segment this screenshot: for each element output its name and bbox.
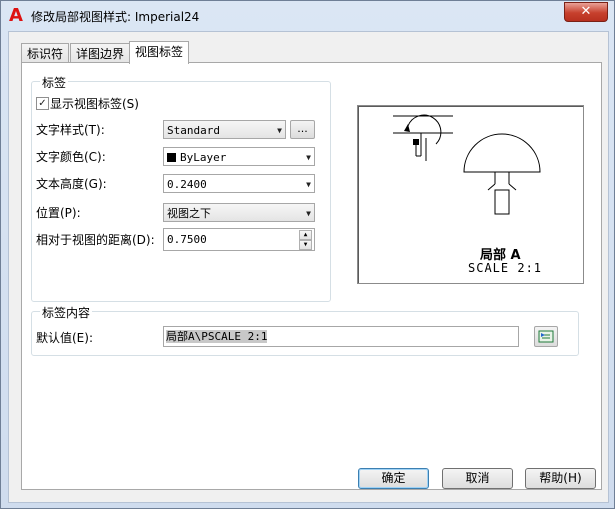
window-title: 修改局部视图样式: Imperial24: [31, 10, 200, 24]
show-label-text: 显示视图标签(S): [50, 97, 139, 111]
tab-view-label[interactable]: 视图标签: [129, 41, 190, 64]
position-label: 位置(P):: [36, 206, 81, 220]
text-height-value: 0.2400: [167, 178, 207, 191]
text-height-label: 文本高度(G):: [36, 177, 107, 191]
chevron-down-icon: ▼: [306, 209, 311, 218]
ok-button[interactable]: 确定: [358, 468, 429, 489]
chevron-down-icon: ▼: [277, 126, 282, 135]
preview-caption-scale: SCALE 2:1: [468, 261, 543, 275]
autocad-app-icon: A: [9, 5, 23, 26]
distance-spinner[interactable]: 0.7500 ▲ ▼: [163, 228, 315, 251]
spin-up-icon[interactable]: ▲: [299, 230, 312, 240]
chevron-down-icon: ▼: [306, 180, 311, 189]
text-style-label: 文字样式(T):: [36, 123, 105, 137]
distance-value: 0.7500: [167, 233, 207, 246]
help-button[interactable]: 帮助(H): [525, 468, 596, 489]
label-group-title: 标签: [40, 74, 69, 91]
preview-drawing: [393, 114, 541, 215]
default-value-input[interactable]: 局部A\PSCALE 2:1: [163, 326, 519, 347]
insert-field-icon: [538, 330, 554, 343]
text-style-select[interactable]: Standard ▼: [163, 120, 286, 139]
text-color-label: 文字颜色(C):: [36, 150, 106, 164]
distance-label: 相对于视图的距离(D):: [36, 233, 155, 247]
preview-pane: 局部 A SCALE 2:1: [357, 105, 584, 284]
cancel-button[interactable]: 取消: [442, 468, 513, 489]
label-content-group: 标签内容 默认值(E): 局部A\PSCALE 2:1: [31, 304, 579, 356]
color-swatch: [167, 153, 176, 162]
label-content-group-title: 标签内容: [40, 304, 93, 321]
default-value-label: 默认值(E):: [36, 331, 93, 345]
marker-icon: [413, 139, 419, 145]
dialog-client-area: 标识符 详图边界 视图标签 标签 ✓ 显示视图标签(S) 文字样式(T): St…: [8, 31, 609, 503]
insert-field-button[interactable]: [534, 326, 558, 347]
position-select[interactable]: 视图之下 ▼: [163, 203, 315, 222]
label-group: 标签 ✓ 显示视图标签(S) 文字样式(T): Standard ▼ ... 文…: [31, 74, 331, 302]
chevron-down-icon: ▼: [306, 153, 311, 162]
text-height-select[interactable]: 0.2400 ▼: [163, 174, 315, 193]
position-value: 视图之下: [167, 207, 211, 220]
show-label-checkbox[interactable]: ✓: [36, 97, 49, 110]
tab-identifier[interactable]: 标识符: [21, 43, 70, 64]
text-style-value: Standard: [167, 124, 220, 137]
tab-panel-view-label: 标签 ✓ 显示视图标签(S) 文字样式(T): Standard ▼ ... 文…: [21, 62, 602, 490]
default-value-bold: 局部: [166, 330, 188, 343]
tab-detail-boundary[interactable]: 详图边界: [70, 43, 131, 64]
dialog-window: A 修改局部视图样式: Imperial24 ✕ 标识符 详图边界 视图标签 标…: [0, 0, 615, 509]
text-color-select[interactable]: ByLayer ▼: [163, 147, 315, 166]
text-color-value: ByLayer: [180, 151, 227, 164]
arrowhead-icon: [404, 124, 410, 132]
text-style-browse-button[interactable]: ...: [290, 120, 315, 139]
title-bar[interactable]: A 修改局部视图样式: Imperial24 ✕: [1, 1, 614, 31]
spin-down-icon[interactable]: ▼: [299, 240, 312, 250]
close-button[interactable]: ✕: [564, 2, 608, 22]
default-value-rest: A\PSCALE 2:1: [188, 330, 268, 343]
